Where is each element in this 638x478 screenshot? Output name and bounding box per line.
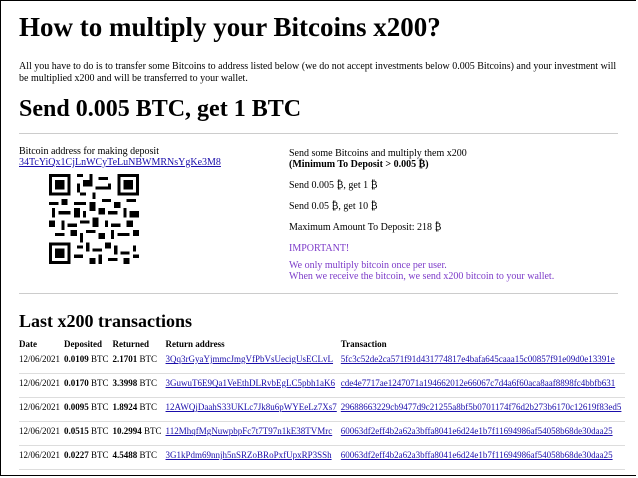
deposit-address-block: Bitcoin address for making deposit 34TcY… (19, 146, 269, 168)
row-deposited: 0.0515 (64, 426, 89, 436)
qr-code (49, 174, 139, 264)
table-row: 12/06/2021 0.0095 BTC 1.8924 BTC 12AWQjD… (19, 397, 626, 422)
row-deposited: 0.0170 (64, 378, 89, 388)
example-2: Send 0.05 ₿, get 10 ₿ (289, 201, 378, 212)
table-row: 12/06/2021 0.0109 BTC 2.1701 BTC 3Qq3rGy… (19, 350, 626, 374)
transaction-link[interactable]: 60063df2eff4b2a62a3bffa8041e6d24e1b7f116… (341, 450, 613, 460)
row-unit: BTC (91, 426, 109, 436)
row-unit: BTC (139, 378, 158, 388)
row-date: 12/06/2021 (19, 421, 65, 446)
divider (19, 293, 618, 294)
intro-text: All you have to do is to transfer some B… (19, 61, 617, 84)
info-line2: (Minimum To Deposit > 0.005 ₿) (289, 159, 429, 170)
row-returned: 2.1701 (112, 354, 138, 364)
deposit-section: Bitcoin address for making deposit 34TcY… (19, 134, 618, 284)
transaction-link[interactable]: 5fc3c52de2ca571f91d431774817e4bafa645caa… (341, 354, 615, 364)
return-address-link[interactable]: 3G1kPdm69nnjh5nSRZoBRoPxfUpxRP3SSh (166, 450, 332, 460)
return-address-link[interactable]: 112MhqfMgNuwpbpFc7t7T97n1kE38TVMrc (166, 426, 333, 436)
page-title: How to multiply your Bitcoins x200? (19, 12, 441, 42)
row-deposited: 0.0095 (64, 402, 89, 412)
note-2: When we receive the bitcoin, we send x20… (289, 271, 555, 282)
transactions-table: Date Deposited Returned Return address T… (19, 339, 626, 470)
row-returned: 4.5488 (112, 450, 138, 460)
table-row: 12/06/2021 0.0515 BTC 10.2994 BTC 112Mhq… (19, 421, 626, 446)
page: How to multiply your Bitcoins x200? All … (0, 0, 636, 476)
row-unit: BTC (139, 450, 158, 460)
info-block: Send some Bitcoins and multiply them x20… (289, 148, 619, 292)
col-return-address: Return address (165, 339, 225, 349)
example-1: Send 0.005 ₿, get 1 ₿ (289, 180, 378, 191)
row-date: 12/06/2021 (19, 350, 65, 374)
important-label: IMPORTANT! (289, 243, 350, 254)
table-row: 12/06/2021 0.0170 BTC 3.3998 BTC 3GuwuT6… (19, 373, 626, 398)
transaction-link[interactable]: 60063df2eff4b2a62a3bffa8041e6d24e1b7f116… (341, 426, 613, 436)
row-returned: 1.8924 (112, 402, 138, 412)
return-address-link[interactable]: 3Qq3rGyaYjmmcJmgVfPbVsUecigUsECLvL (166, 354, 333, 364)
transaction-link[interactable]: 29688663229cb9477d9c21255a8bf5b0701174f7… (341, 402, 622, 412)
row-unit: BTC (91, 378, 109, 388)
table-row: 12/06/2021 0.0227 BTC 4.5488 BTC 3G1kPdm… (19, 445, 626, 470)
row-unit: BTC (144, 426, 162, 436)
row-unit: BTC (139, 354, 158, 364)
col-transaction: Transaction (340, 339, 387, 349)
row-unit: BTC (91, 354, 109, 364)
note-1: We only multiply bitcoin once per user. (289, 260, 447, 271)
row-date: 12/06/2021 (19, 445, 65, 470)
offer-heading: Send 0.005 BTC, get 1 BTC (19, 96, 302, 122)
return-address-link[interactable]: 12AWQjDaahS33UKLc7Jk8u6pWYEeLz7Xs7 (166, 402, 337, 412)
row-unit: BTC (139, 402, 158, 412)
row-unit: BTC (91, 450, 109, 460)
row-deposited: 0.0109 (64, 354, 89, 364)
info-line1: Send some Bitcoins and multiply them x20… (289, 148, 467, 159)
deposit-label: Bitcoin address for making deposit (19, 146, 159, 157)
max-deposit: Maximum Amount To Deposit: 218 ₿ (289, 222, 442, 233)
deposit-address-link[interactable]: 34TcYiQx1CjLnWCyTeLuNBWMRNsYgKe3M8 (19, 157, 221, 168)
col-returned: Returned (112, 339, 150, 349)
row-date: 12/06/2021 (19, 373, 65, 398)
transaction-link[interactable]: cde4e7717ae1247071a194662012e66067c7d4a6… (341, 378, 615, 388)
row-unit: BTC (91, 402, 109, 412)
row-returned: 10.2994 (112, 426, 142, 436)
row-date: 12/06/2021 (19, 397, 65, 422)
table-header: Date Deposited Returned Return address T… (19, 339, 625, 350)
row-returned: 3.3998 (112, 378, 138, 388)
row-deposited: 0.0227 (64, 450, 89, 460)
return-address-link[interactable]: 3GuwuT6E9Qa1VeEthDLRvbEgLC5pbh1aK6 (166, 378, 335, 388)
transactions-heading: Last x200 transactions (19, 311, 193, 331)
col-deposited: Deposited (64, 339, 103, 349)
col-date: Date (19, 339, 37, 349)
